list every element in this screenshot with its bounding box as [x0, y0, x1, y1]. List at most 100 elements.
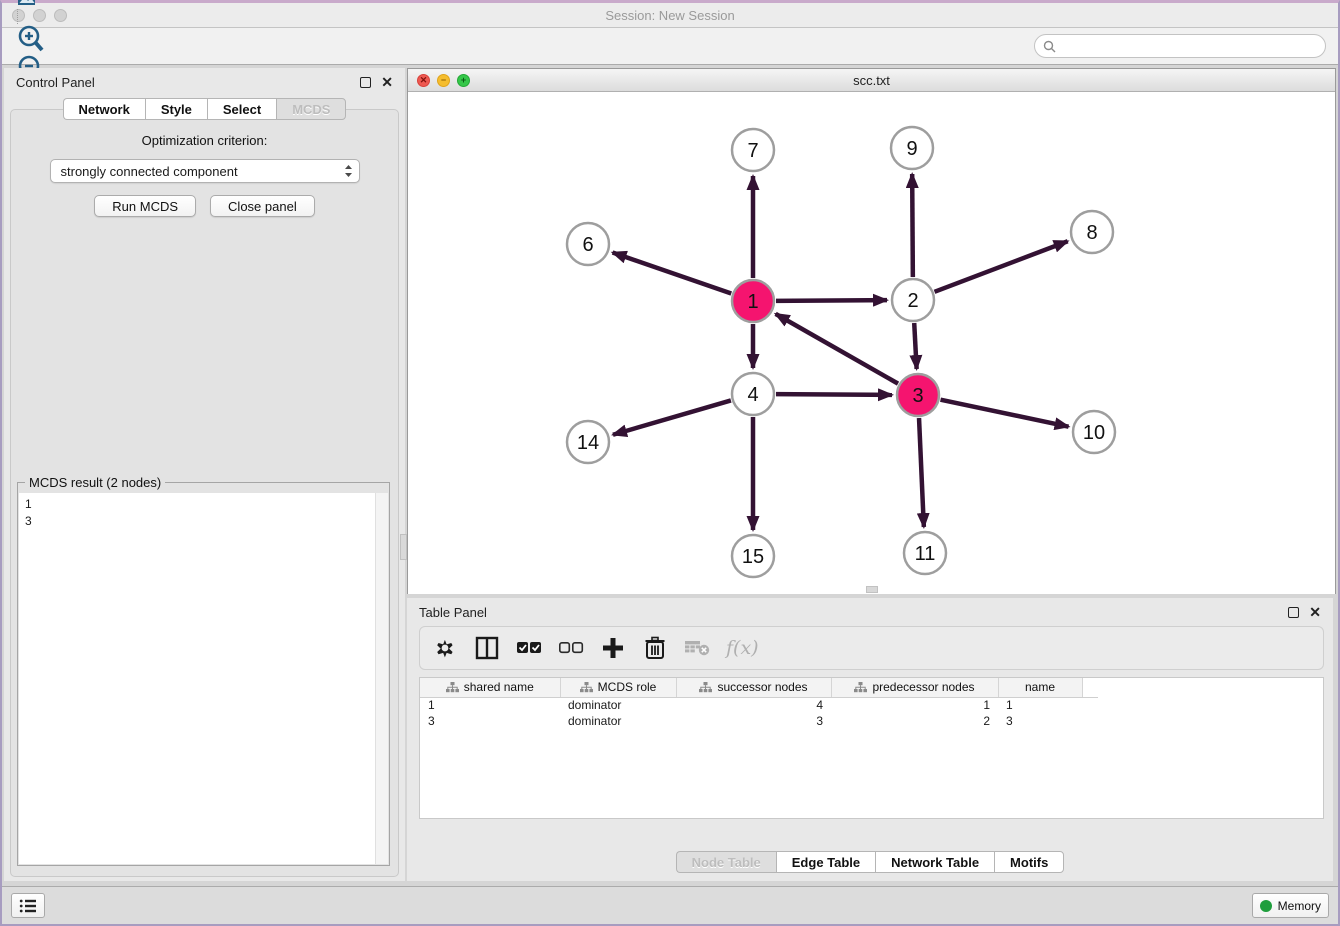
horizontal-splitter-handle[interactable]: [866, 586, 878, 593]
tab-style[interactable]: Style: [145, 98, 207, 120]
control-panel-title: Control Panel: [16, 75, 360, 90]
node-6[interactable]: 6: [567, 223, 609, 265]
edge-3-1[interactable]: [776, 314, 898, 384]
tab-edge-table[interactable]: Edge Table: [776, 851, 875, 873]
cell-MCDS-role[interactable]: dominator: [560, 713, 676, 729]
add-column-icon[interactable]: [600, 635, 626, 661]
tab-motifs[interactable]: Motifs: [994, 851, 1064, 873]
list-icon: [19, 898, 37, 914]
table-panel-header: Table Panel ✕: [407, 598, 1333, 626]
node-4[interactable]: 4: [732, 373, 774, 415]
svg-text:2: 2: [907, 290, 918, 312]
node-3[interactable]: 3: [897, 374, 939, 416]
column-header-successor-nodes[interactable]: successor nodes: [676, 678, 831, 697]
cell-successor-nodes[interactable]: 4: [676, 697, 831, 713]
table-row[interactable]: 1dominator411: [420, 697, 1098, 713]
tab-mcds[interactable]: MCDS: [276, 98, 346, 120]
table-toolbar: f(x): [419, 626, 1324, 670]
function-builder-icon[interactable]: f(x): [726, 637, 759, 659]
cell-name[interactable]: 1: [998, 697, 1082, 713]
split-panel-icon[interactable]: [474, 635, 500, 661]
tab-network[interactable]: Network: [63, 98, 145, 120]
node-8[interactable]: 8: [1071, 211, 1113, 253]
cell-predecessor-nodes[interactable]: 1: [831, 697, 998, 713]
delete-column-icon[interactable]: [642, 635, 668, 661]
node-14[interactable]: 14: [567, 421, 609, 463]
network-canvas[interactable]: 7 9 6 8 1 2 4 3 14 10 15 11: [408, 92, 1335, 594]
control-panel-tabs: NetworkStyleSelectMCDS: [4, 98, 405, 120]
node-2[interactable]: 2: [892, 279, 934, 321]
tab-select[interactable]: Select: [207, 98, 276, 120]
run-mcds-button[interactable]: Run MCDS: [94, 195, 196, 217]
network-window-titlebar[interactable]: ✕ − + scc.txt: [408, 69, 1335, 92]
close-table-panel-icon[interactable]: ✕: [1309, 607, 1321, 618]
table-panel-title: Table Panel: [419, 605, 1288, 620]
table-row[interactable]: 3dominator323: [420, 713, 1098, 729]
close-panel-button[interactable]: Close panel: [210, 195, 315, 217]
cell-predecessor-nodes[interactable]: 2: [831, 713, 998, 729]
deselect-all-icon[interactable]: [558, 635, 584, 661]
memory-label: Memory: [1278, 899, 1321, 913]
tab-node-table[interactable]: Node Table: [676, 851, 776, 873]
mcds-result-text[interactable]: 1 3: [19, 493, 375, 864]
control-panel: Control Panel ✕ NetworkStyleSelectMCDS O…: [4, 68, 405, 881]
column-header-shared-name[interactable]: shared name: [420, 678, 560, 697]
edge-2-8[interactable]: [935, 241, 1068, 292]
table-tabs: Node TableEdge TableNetwork TableMotifs: [407, 851, 1333, 873]
edge-1-6[interactable]: [613, 252, 732, 293]
svg-text:14: 14: [577, 432, 599, 454]
mcds-tab-content: Optimization criterion: strongly connect…: [10, 109, 399, 877]
memory-button[interactable]: Memory: [1252, 893, 1329, 918]
close-panel-icon[interactable]: ✕: [381, 77, 393, 88]
node-1[interactable]: 1: [732, 280, 774, 322]
control-panel-header: Control Panel ✕: [4, 68, 405, 96]
selected-criterion: strongly connected component: [61, 164, 344, 179]
network-graph[interactable]: 7 9 6 8 1 2 4 3 14 10 15 11: [408, 92, 1335, 594]
mcds-result-title: MCDS result (2 nodes): [25, 475, 165, 490]
svg-text:8: 8: [1086, 222, 1097, 244]
search-input[interactable]: [1061, 39, 1325, 53]
window-title: Session: New Session: [2, 8, 1338, 23]
table-settings-icon[interactable]: [432, 635, 458, 661]
cell-successor-nodes[interactable]: 3: [676, 713, 831, 729]
node-15[interactable]: 15: [732, 535, 774, 577]
optimization-criterion-select[interactable]: strongly connected component: [50, 159, 360, 183]
export-image-icon[interactable]: [15, 0, 47, 9]
float-table-panel-icon[interactable]: [1288, 607, 1299, 618]
vertical-splitter-handle[interactable]: [400, 534, 407, 560]
cell-name[interactable]: 3: [998, 713, 1082, 729]
select-all-icon[interactable]: [516, 635, 542, 661]
edge-2-3[interactable]: [914, 323, 916, 369]
svg-text:6: 6: [582, 234, 593, 256]
float-panel-icon[interactable]: [360, 77, 371, 88]
node-11[interactable]: 11: [904, 532, 946, 574]
edge-3-10[interactable]: [941, 400, 1069, 427]
cell-shared-name[interactable]: 1: [420, 697, 560, 713]
edge-3-11[interactable]: [919, 418, 924, 527]
edge-4-14[interactable]: [613, 400, 731, 434]
zoom-in-icon[interactable]: [15, 24, 47, 54]
svg-text:9: 9: [906, 138, 917, 160]
node-7[interactable]: 7: [732, 129, 774, 171]
tab-network-table[interactable]: Network Table: [875, 851, 994, 873]
toolbar-separator: [17, 9, 18, 24]
node-10[interactable]: 10: [1073, 411, 1115, 453]
edge-1-2[interactable]: [776, 300, 887, 301]
result-scrollbar[interactable]: [375, 493, 388, 864]
search-field[interactable]: [1034, 34, 1326, 58]
edge-2-9[interactable]: [912, 174, 913, 277]
cell-MCDS-role[interactable]: dominator: [560, 697, 676, 713]
column-header-predecessor-nodes[interactable]: predecessor nodes: [831, 678, 998, 697]
node-9[interactable]: 9: [891, 127, 933, 169]
column-header-name[interactable]: name: [998, 678, 1082, 697]
edge-4-3[interactable]: [776, 394, 892, 395]
svg-text:15: 15: [742, 546, 764, 568]
column-header-filler: [1082, 678, 1098, 697]
mcds-result-group: MCDS result (2 nodes) 1 3: [17, 482, 390, 866]
memory-status-icon: [1260, 900, 1272, 912]
show-panels-button[interactable]: [11, 893, 45, 918]
cell-shared-name[interactable]: 3: [420, 713, 560, 729]
main-toolbar: [2, 28, 1338, 65]
search-icon: [1043, 40, 1056, 53]
column-header-MCDS-role[interactable]: MCDS role: [560, 678, 676, 697]
